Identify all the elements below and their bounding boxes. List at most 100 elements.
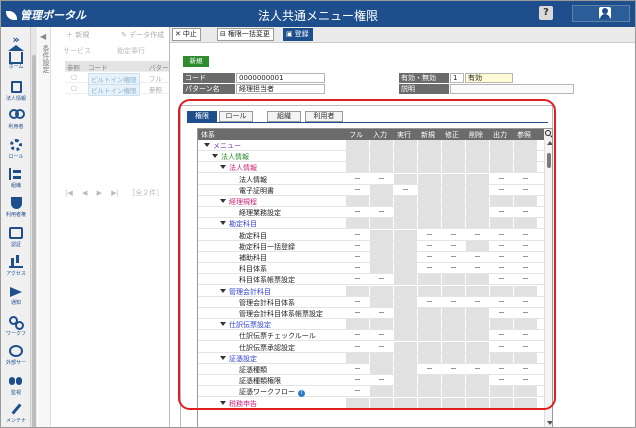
tab-users[interactable]: 利用者 <box>305 111 343 122</box>
permission-cell[interactable]: － <box>514 207 537 217</box>
grid-row[interactable]: －－－－－勘定科目一括登録 <box>198 240 544 252</box>
permission-cell[interactable]: － <box>490 274 513 284</box>
permission-cell[interactable]: － <box>418 252 441 262</box>
permission-cell[interactable]: － <box>346 207 369 217</box>
permission-cell[interactable]: － <box>514 241 537 251</box>
permission-cell[interactable]: － <box>466 252 489 262</box>
grid-row[interactable]: 勘定科目 <box>198 218 544 230</box>
nav-item-roles[interactable]: ロール <box>1 139 31 171</box>
permission-cell[interactable]: － <box>370 207 393 217</box>
permission-cell[interactable]: － <box>514 174 537 184</box>
nav-item-home[interactable]: ホーム <box>1 45 31 81</box>
permission-cell[interactable]: － <box>346 297 369 307</box>
permission-cell[interactable]: － <box>490 174 513 184</box>
permission-cell[interactable]: － <box>346 252 369 262</box>
expand-triangle-icon[interactable] <box>220 355 226 360</box>
permission-cell[interactable]: － <box>490 230 513 240</box>
user-avatar-icon[interactable] <box>599 7 611 19</box>
permission-cell[interactable]: － <box>346 274 369 284</box>
expand-triangle-icon[interactable] <box>220 288 226 293</box>
permission-cell[interactable]: － <box>490 308 513 318</box>
permission-cell[interactable]: － <box>514 274 537 284</box>
permission-cell[interactable]: － <box>514 330 537 340</box>
permission-cell[interactable]: － <box>442 241 465 251</box>
info-icon[interactable]: i <box>298 390 305 398</box>
permission-cell[interactable]: － <box>514 308 537 318</box>
permission-cell[interactable]: － <box>370 174 393 184</box>
grid-row[interactable]: 法人情報 <box>198 162 544 174</box>
tab-roles[interactable]: ロール <box>219 111 253 122</box>
permission-cell[interactable]: － <box>490 207 513 217</box>
permission-cell[interactable]: － <box>346 308 369 318</box>
grid-row[interactable]: 仕訳伝票設定 <box>198 319 544 331</box>
permission-cell[interactable]: － <box>514 263 537 273</box>
permission-cell[interactable]: － <box>514 297 537 307</box>
grid-row[interactable]: －－－－－－補助科目 <box>198 252 544 263</box>
help-icon[interactable]: ? <box>539 6 553 20</box>
permission-cell[interactable]: － <box>346 330 369 340</box>
grid-scroll-thumb[interactable] <box>547 153 551 168</box>
validity-code-field[interactable]: 1 <box>450 73 464 83</box>
permission-cell[interactable]: － <box>490 375 513 385</box>
scroll-down-icon[interactable] <box>547 421 552 425</box>
permission-cell[interactable]: － <box>442 252 465 262</box>
permission-cell[interactable]: － <box>418 263 441 273</box>
grid-row[interactable]: －－－－仕訳伝票チェックルール <box>198 330 544 342</box>
permission-cell[interactable]: － <box>514 375 537 385</box>
nav-item-auth[interactable]: 認証 <box>1 227 31 259</box>
grid-row[interactable]: － 証憑ワークフロー i <box>198 386 544 398</box>
grid-row[interactable]: －－－－－－科目体系 <box>198 263 544 275</box>
permission-cell[interactable]: － <box>418 230 441 240</box>
permission-cell[interactable]: － <box>370 342 393 352</box>
permission-cell[interactable]: － <box>514 230 537 240</box>
grid-scrollbar[interactable] <box>544 140 552 427</box>
grid-row[interactable]: －－－－科目体系帳票設定 <box>198 274 544 286</box>
grid-row[interactable]: －－－－法人情報 <box>198 173 544 185</box>
permission-cell[interactable]: － <box>514 185 537 195</box>
permission-cell[interactable]: － <box>394 185 417 195</box>
permission-cell[interactable]: － <box>370 274 393 284</box>
expand-triangle-icon[interactable] <box>220 165 226 170</box>
permission-cell[interactable]: － <box>346 342 369 352</box>
expand-triangle-icon[interactable] <box>220 199 226 203</box>
permission-cell[interactable]: － <box>490 185 513 195</box>
permission-cell[interactable]: － <box>514 342 537 352</box>
nav-item-access[interactable]: アクセス <box>1 256 31 288</box>
permission-cell[interactable]: － <box>466 230 489 240</box>
permission-cell[interactable]: － <box>346 364 369 374</box>
permission-cell[interactable]: － <box>442 263 465 273</box>
permission-cell[interactable]: － <box>490 342 513 352</box>
expand-triangle-icon[interactable] <box>212 154 218 159</box>
grid-row[interactable]: －－－－－－管理会計科目体系 <box>198 296 544 308</box>
grid-row[interactable]: 法人情報 <box>198 151 544 163</box>
nav-item-user-rights[interactable]: 利用者権 <box>1 197 31 229</box>
grid-row[interactable]: 証憑設定 <box>198 352 544 364</box>
permission-cell[interactable]: － <box>514 364 537 374</box>
permission-cell[interactable]: － <box>466 263 489 273</box>
grid-row[interactable]: －－－－管理会計科目体系帳票設定 <box>198 308 544 319</box>
permission-cell[interactable]: － <box>418 297 441 307</box>
permission-cell[interactable]: － <box>490 297 513 307</box>
permission-cell[interactable]: － <box>370 330 393 340</box>
permission-cell[interactable]: － <box>370 308 393 318</box>
permission-cell[interactable]: － <box>442 364 465 374</box>
grid-row[interactable]: －－－－－－勘定科目 <box>198 229 544 241</box>
nav-item-external[interactable]: 外部サー <box>1 345 31 377</box>
permission-cell[interactable]: － <box>442 297 465 307</box>
permission-cell[interactable]: － <box>442 230 465 240</box>
collapse-arrow-icon[interactable]: ◀ <box>40 32 46 41</box>
grid-row[interactable]: メニュー <box>198 140 544 151</box>
expand-triangle-icon[interactable] <box>220 400 226 405</box>
permission-cell[interactable]: － <box>490 364 513 374</box>
grid-row[interactable]: －－－－電子証明書 <box>198 184 544 196</box>
grid-row[interactable]: －－－－経理業務設定 <box>198 207 544 219</box>
grid-row[interactable]: －－－－証憑種類権限 <box>198 375 544 387</box>
permission-cell[interactable]: － <box>418 241 441 251</box>
permission-cell[interactable]: － <box>466 297 489 307</box>
permission-cell[interactable]: － <box>346 230 369 240</box>
bulk-change-button[interactable]: ⊟ 権限一括変更 <box>217 28 274 41</box>
permission-cell[interactable]: － <box>346 386 369 396</box>
permission-cell[interactable]: － <box>346 241 369 251</box>
permission-cell[interactable]: － <box>490 330 513 340</box>
description-field[interactable] <box>450 84 574 94</box>
